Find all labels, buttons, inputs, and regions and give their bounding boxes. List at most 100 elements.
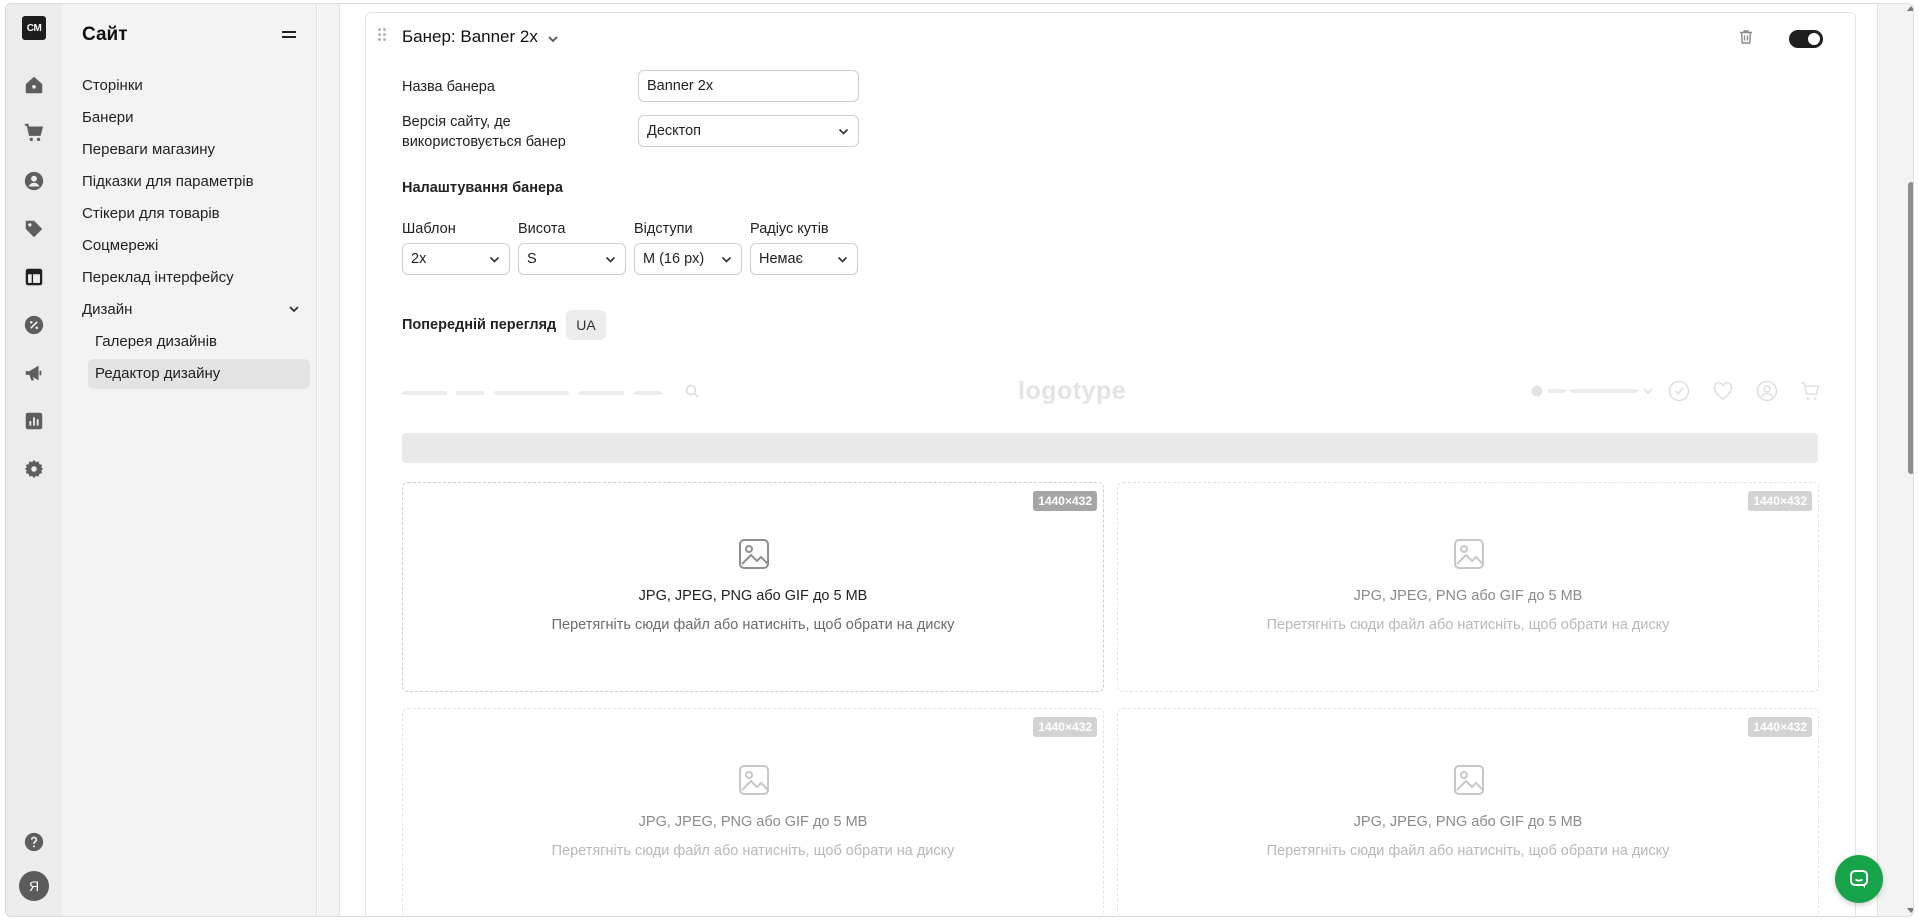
skeleton-nav bbox=[456, 391, 484, 395]
chevron-down-icon bbox=[1643, 388, 1653, 395]
chevron-down-icon bbox=[605, 256, 616, 263]
upload-hint: Перетягніть сюди файл або натисніть, щоб… bbox=[1266, 617, 1670, 633]
banner-settings-heading: Налаштування банера bbox=[402, 180, 563, 196]
banner-enabled-toggle[interactable] bbox=[1789, 30, 1823, 48]
sidebar-item-design-editor[interactable]: Редактор дизайну bbox=[88, 359, 310, 389]
settings-icon[interactable] bbox=[22, 457, 46, 481]
phone-icon bbox=[1531, 385, 1543, 397]
sidebar-item-advantages[interactable]: Переваги магазину bbox=[82, 135, 215, 165]
radius-select[interactable]: Немає bbox=[750, 243, 858, 275]
user-icon[interactable] bbox=[22, 169, 46, 193]
template-select[interactable]: 2x bbox=[402, 243, 510, 275]
upload-formats: JPG, JPEG, PNG або GIF до 5 MB bbox=[638, 814, 868, 830]
skeleton-phone bbox=[1570, 389, 1638, 393]
size-badge: 1440×432 bbox=[1033, 491, 1097, 511]
support-chat-button[interactable] bbox=[1835, 855, 1883, 903]
upload-hint: Перетягніть сюди файл або натисніть, щоб… bbox=[551, 843, 955, 859]
chevron-down-icon bbox=[837, 256, 848, 263]
upload-hint: Перетягніть сюди файл або натисніть, щоб… bbox=[1266, 843, 1670, 859]
sidebar-item-stickers[interactable]: Стікери для товарів bbox=[82, 199, 220, 229]
chevron-down-icon[interactable] bbox=[287, 302, 301, 316]
editor-panel: Банер: Banner 2x Назва банера Версія сай… bbox=[339, 4, 1878, 916]
cart-icon[interactable] bbox=[22, 121, 46, 145]
height-select[interactable]: S bbox=[518, 243, 626, 275]
sidebar-item-banners[interactable]: Банери bbox=[82, 103, 134, 133]
account-icon bbox=[1756, 380, 1778, 402]
chevron-down-icon bbox=[489, 256, 500, 263]
main-area: Банер: Banner 2x Назва банера Версія сай… bbox=[318, 4, 1913, 916]
skeleton-nav bbox=[634, 391, 662, 395]
banner-upload-zone[interactable]: 1440×432 JPG, JPEG, PNG або GIF до 5 MB … bbox=[402, 708, 1104, 916]
chevron-down-icon bbox=[838, 128, 849, 135]
preview-logo: logotype bbox=[1018, 377, 1127, 405]
radius-label: Радіус кутів bbox=[750, 221, 829, 237]
trash-icon[interactable] bbox=[1737, 28, 1755, 46]
size-badge: 1440×432 bbox=[1033, 717, 1097, 737]
drag-handle-icon[interactable] bbox=[378, 28, 388, 42]
sidebar-title: Сайт bbox=[82, 24, 128, 45]
chat-icon bbox=[1850, 870, 1868, 888]
template-value: 2x bbox=[411, 251, 427, 267]
image-icon bbox=[1454, 539, 1484, 569]
upload-formats: JPG, JPEG, PNG або GIF до 5 MB bbox=[638, 588, 868, 604]
tag-icon[interactable] bbox=[22, 217, 46, 241]
image-icon bbox=[739, 539, 769, 569]
heart-icon bbox=[1713, 381, 1733, 400]
scroll-down-arrow[interactable] bbox=[1907, 908, 1913, 913]
megaphone-icon[interactable] bbox=[22, 361, 46, 385]
compare-icon bbox=[1668, 380, 1690, 402]
sidebar-item-translation[interactable]: Переклад інтерфейсу bbox=[82, 263, 234, 293]
sidebar-item-design-gallery[interactable]: Галерея дизайнів bbox=[95, 327, 217, 357]
chart-icon[interactable] bbox=[22, 409, 46, 433]
site-version-select[interactable]: Десктоп bbox=[638, 115, 859, 147]
banner-upload-zone[interactable]: 1440×432 JPG, JPEG, PNG або GIF до 5 MB … bbox=[402, 482, 1104, 692]
collapse-sidebar-icon[interactable] bbox=[280, 28, 298, 42]
icon-rail: CM Я bbox=[6, 4, 62, 916]
skeleton-menu-bar bbox=[402, 433, 1818, 463]
padding-value: M (16 px) bbox=[643, 251, 705, 267]
search-icon bbox=[685, 384, 699, 398]
banner-name-label: Назва банера bbox=[402, 79, 495, 95]
sidebar-item-pages[interactable]: Сторінки bbox=[82, 71, 143, 101]
chevron-down-icon[interactable] bbox=[547, 33, 559, 45]
sidebar-item-social[interactable]: Соцмережі bbox=[82, 231, 158, 261]
home-icon[interactable] bbox=[22, 73, 46, 97]
app-logo[interactable]: CM bbox=[22, 16, 46, 40]
image-icon bbox=[1454, 765, 1484, 795]
upload-formats: JPG, JPEG, PNG або GIF до 5 MB bbox=[1353, 814, 1583, 830]
preview-label: Попередній перегляд bbox=[402, 317, 557, 333]
scroll-up-arrow[interactable] bbox=[1907, 6, 1913, 11]
sidebar: Сайт Сторінки Банери Переваги магазину П… bbox=[62, 4, 317, 916]
padding-label: Відступи bbox=[634, 221, 693, 237]
layout-icon[interactable] bbox=[22, 265, 46, 289]
site-version-label-line1: Версія сайту, де bbox=[402, 114, 511, 130]
size-badge: 1440×432 bbox=[1748, 491, 1812, 511]
upload-formats: JPG, JPEG, PNG або GIF до 5 MB bbox=[1353, 588, 1583, 604]
radius-value: Немає bbox=[759, 251, 803, 267]
banner-title[interactable]: Банер: Banner 2x bbox=[402, 27, 538, 47]
skeleton-nav bbox=[494, 391, 569, 395]
skeleton-phone bbox=[1548, 389, 1566, 393]
cart-icon bbox=[1801, 382, 1820, 400]
padding-select[interactable]: M (16 px) bbox=[634, 243, 742, 275]
preview-language-button[interactable]: UA bbox=[566, 310, 606, 340]
banner-card: Банер: Banner 2x Назва банера Версія сай… bbox=[365, 12, 1856, 916]
site-version-value: Десктоп bbox=[647, 123, 702, 139]
sidebar-item-hints[interactable]: Підказки для параметрів bbox=[82, 167, 254, 197]
banner-name-input[interactable] bbox=[638, 70, 859, 102]
app-window: CM Я Сайт Сторінки Банери Переваги магаз… bbox=[5, 3, 1914, 917]
upload-hint: Перетягніть сюди файл або натисніть, щоб… bbox=[551, 617, 955, 633]
image-icon bbox=[739, 765, 769, 795]
banner-upload-zone[interactable]: 1440×432 JPG, JPEG, PNG або GIF до 5 MB … bbox=[1117, 708, 1819, 916]
site-version-label-line2: використовується банер bbox=[402, 134, 566, 150]
sidebar-item-design[interactable]: Дизайн bbox=[82, 295, 132, 325]
avatar[interactable]: Я bbox=[19, 871, 49, 901]
skeleton-nav bbox=[402, 391, 447, 395]
scrollbar-thumb[interactable] bbox=[1908, 182, 1913, 474]
discount-icon[interactable] bbox=[22, 313, 46, 337]
skeleton-nav bbox=[579, 391, 624, 395]
chevron-down-icon bbox=[721, 256, 732, 263]
help-icon[interactable] bbox=[22, 830, 46, 854]
template-label: Шаблон bbox=[402, 221, 456, 237]
banner-upload-zone[interactable]: 1440×432 JPG, JPEG, PNG або GIF до 5 MB … bbox=[1117, 482, 1819, 692]
